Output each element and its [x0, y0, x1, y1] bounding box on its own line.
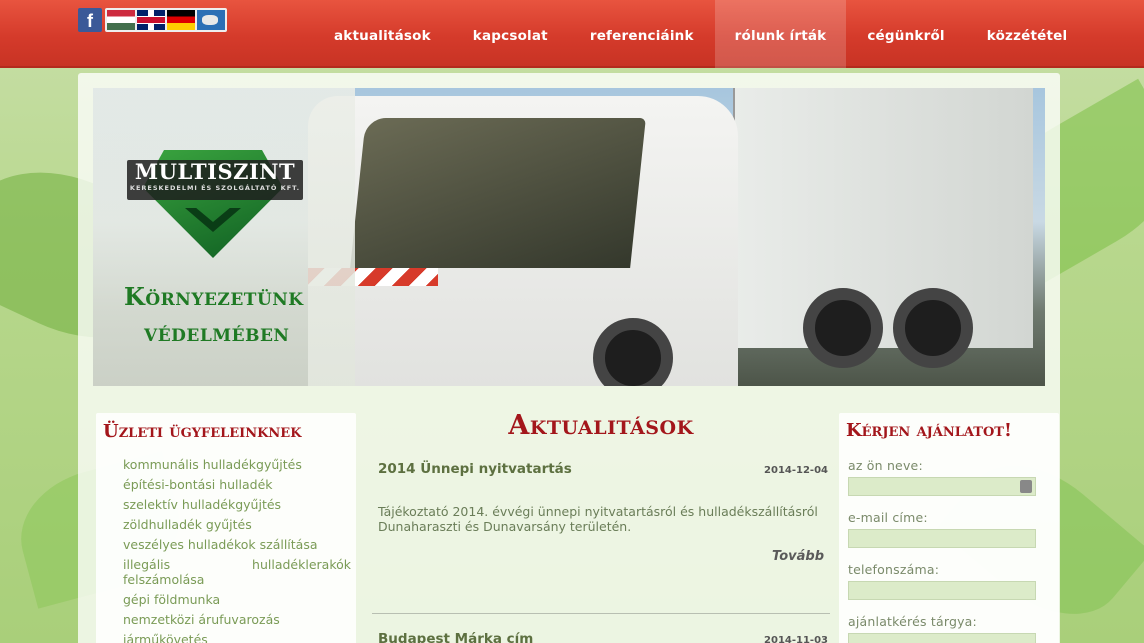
- news-section: Aktualitások 2014 Ünnepi nyitvatartás 20…: [372, 410, 830, 643]
- service-link[interactable]: nemzetközi árufuvarozás: [123, 610, 351, 630]
- top-navigation-bar: f aktualitások kapcsolat referenciáink r…: [0, 0, 1144, 68]
- flag-world-icon[interactable]: [197, 10, 225, 30]
- contact-card-icon: [1020, 480, 1032, 493]
- sidebar-title: Üzleti ügyfeleinknek: [103, 421, 302, 442]
- main-nav: aktualitások kapcsolat referenciáink ról…: [313, 0, 1088, 68]
- truck-wheel: [803, 288, 883, 368]
- email-field[interactable]: [848, 529, 1036, 548]
- news-body: Tájékoztató 2014. évvégi ünnepi nyitvata…: [378, 504, 818, 534]
- news-date: 2014-11-03: [764, 635, 828, 643]
- email-label: e-mail címe:: [848, 510, 928, 525]
- flag-hungary-icon[interactable]: [107, 10, 135, 30]
- nav-item-kapcsolat[interactable]: kapcsolat: [452, 0, 569, 68]
- news-divider: [372, 613, 830, 614]
- name-label: az ön neve:: [848, 458, 923, 473]
- services-list: kommunális hulladékgyűjtés építési-bontá…: [123, 455, 351, 643]
- page-title: Aktualitások: [508, 410, 694, 441]
- news-header: 2014 Ünnepi nyitvatartás 2014-12-04: [372, 461, 830, 477]
- service-link[interactable]: járműkövetés: [123, 630, 351, 643]
- subject-label: ajánlatkérés tárgya:: [848, 614, 977, 629]
- phone-label: telefonszáma:: [848, 562, 940, 577]
- nav-item-kozzetetel[interactable]: közzététel: [966, 0, 1089, 68]
- service-link[interactable]: gépi földmunka: [123, 590, 351, 610]
- service-link[interactable]: zöldhulladék gyűjtés: [123, 515, 351, 535]
- language-selector: [105, 8, 227, 32]
- flag-germany-icon[interactable]: [167, 10, 195, 30]
- nav-item-rolunk-irtak[interactable]: rólunk írták: [714, 0, 847, 68]
- news-header: Budapest Márka cím 2014-11-03: [372, 631, 830, 643]
- business-services-sidebar: Üzleti ügyfeleinknek kommunális hulladék…: [96, 413, 356, 643]
- name-field[interactable]: [848, 477, 1036, 496]
- logo-subtitle: KERESKEDELMI ÉS SZOLGÁLTATÓ KFT.: [129, 184, 301, 192]
- nav-item-cegunkrol[interactable]: cégünkről: [846, 0, 965, 68]
- hero-banner: MULTISZINT KERESKEDELMI ÉS SZOLGÁLTATÓ K…: [93, 88, 1045, 386]
- phone-field[interactable]: [848, 581, 1036, 600]
- form-title: Kérjen ajánlatot!: [846, 420, 1012, 441]
- flag-uk-icon[interactable]: [137, 10, 165, 30]
- news-title[interactable]: 2014 Ünnepi nyitvatartás: [378, 461, 572, 477]
- nav-item-referenciaink[interactable]: referenciáink: [569, 0, 715, 68]
- facebook-icon[interactable]: f: [78, 8, 102, 32]
- news-title[interactable]: Budapest Márka cím: [378, 631, 533, 643]
- nav-item-aktualitasok[interactable]: aktualitások: [313, 0, 452, 68]
- truck-windshield-image: [350, 118, 646, 268]
- truck-image: [733, 88, 1033, 348]
- logo-name: MULTISZINT: [134, 159, 296, 184]
- slogan-line-1: Környezetünk: [124, 282, 304, 311]
- social-and-language-links: f: [78, 8, 227, 32]
- quote-request-form: Kérjen ajánlatot! az ön neve: e-mail cím…: [839, 413, 1059, 643]
- read-more-link[interactable]: Tovább: [372, 549, 830, 564]
- news-item: 2014 Ünnepi nyitvatartás 2014-12-04 Tájé…: [372, 461, 830, 564]
- service-link[interactable]: építési-bontási hulladék: [123, 475, 351, 495]
- service-link[interactable]: illegális hulladéklerakók felszámolása: [123, 555, 351, 590]
- service-link[interactable]: veszélyes hulladékok szállítása: [123, 535, 351, 555]
- service-link[interactable]: kommunális hulladékgyűjtés: [123, 455, 351, 475]
- service-link[interactable]: szelektív hulladékgyűjtés: [123, 495, 351, 515]
- logo-band: MULTISZINT KERESKEDELMI ÉS SZOLGÁLTATÓ K…: [127, 160, 303, 200]
- news-item: Budapest Márka cím 2014-11-03: [372, 631, 830, 643]
- slogan-line-2: védelmében: [144, 318, 290, 347]
- subject-field[interactable]: [848, 633, 1036, 643]
- truck-wheel: [893, 288, 973, 368]
- banner-logo-area: MULTISZINT KERESKEDELMI ÉS SZOLGÁLTATÓ K…: [93, 88, 355, 386]
- news-date: 2014-12-04: [764, 465, 828, 476]
